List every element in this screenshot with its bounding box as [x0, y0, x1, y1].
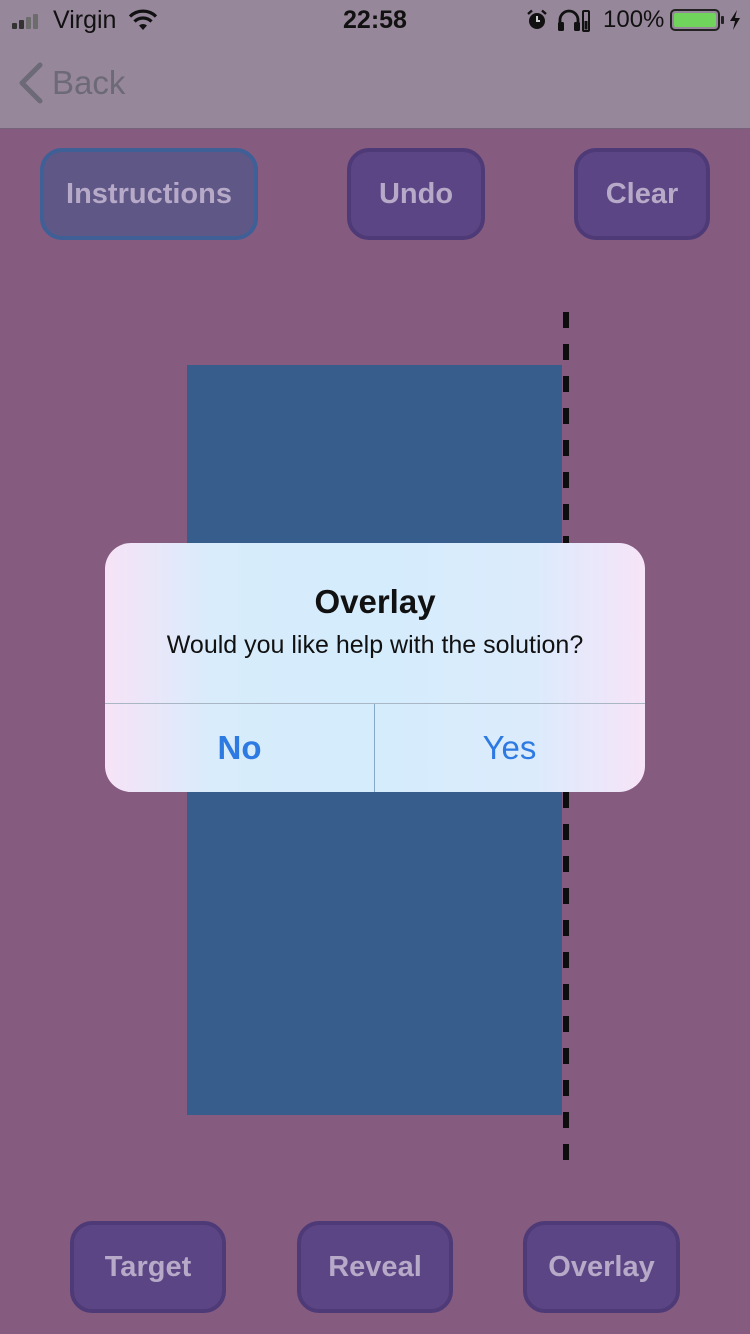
reveal-button[interactable]: Reveal	[297, 1221, 453, 1313]
alarm-clock-icon	[527, 9, 547, 29]
status-bar: Virgin 22:58 100%	[0, 0, 750, 40]
instructions-button[interactable]: Instructions	[40, 148, 258, 240]
app-screen: Virgin 22:58 100% Back Instructions Undo…	[0, 0, 750, 1334]
alert-yes-button[interactable]: Yes	[375, 704, 644, 792]
clear-button[interactable]: Clear	[574, 148, 710, 240]
navigation-header: Virgin 22:58 100% Back	[0, 0, 750, 129]
overlay-alert-dialog: Overlay Would you like help with the sol…	[105, 543, 645, 792]
battery-percentage: 100%	[603, 6, 665, 33]
alert-title: Overlay	[314, 583, 436, 620]
overlay-button[interactable]: Overlay	[523, 1221, 680, 1313]
battery-icon	[670, 9, 724, 31]
alert-message: Would you like help with the solution?	[166, 631, 584, 659]
target-button[interactable]: Target	[70, 1221, 226, 1313]
headphones-icon	[558, 9, 590, 32]
undo-button[interactable]: Undo	[347, 148, 485, 240]
back-button[interactable]: Back	[14, 58, 125, 108]
alert-no-button[interactable]: No	[105, 704, 374, 792]
back-label: Back	[52, 64, 126, 101]
charging-bolt-icon	[730, 10, 740, 30]
chevron-left-icon	[19, 62, 43, 104]
